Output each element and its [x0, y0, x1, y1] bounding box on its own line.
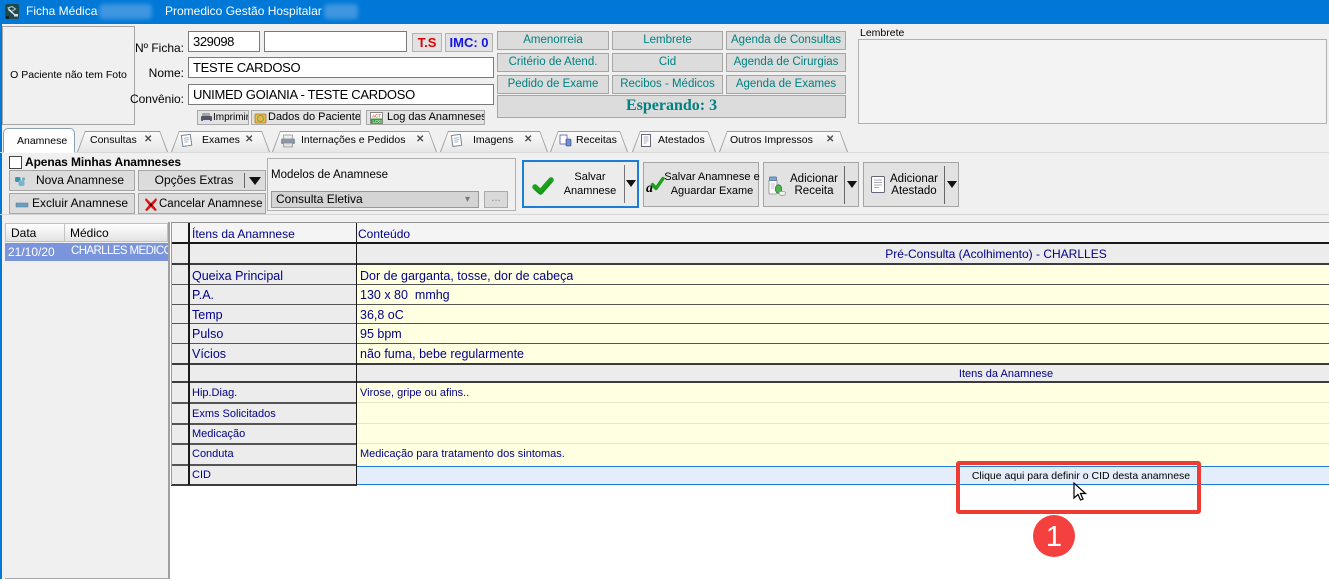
svg-text:ACT: ACT — [372, 114, 381, 119]
svg-text:LOG: LOG — [373, 119, 383, 124]
